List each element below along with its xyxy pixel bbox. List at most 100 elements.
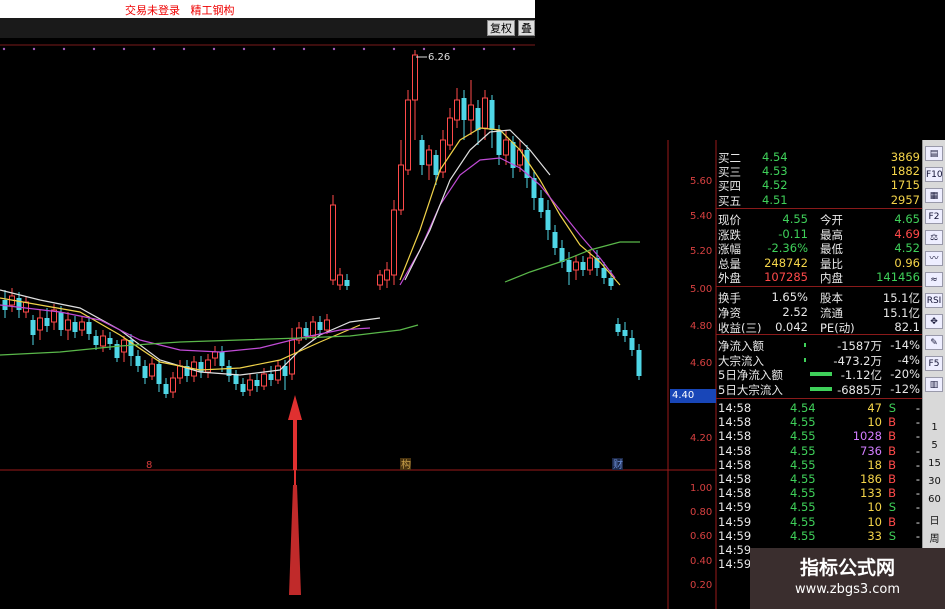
bid-volume: 3869 xyxy=(890,150,920,164)
f10-icon[interactable]: F10 xyxy=(925,167,943,182)
axis-label: 4.80 xyxy=(690,321,712,332)
flow-value: -1.12亿 xyxy=(840,368,882,383)
candle-body xyxy=(100,335,106,347)
candle-body xyxy=(587,257,593,271)
move-icon[interactable]: ✥ xyxy=(925,314,943,329)
candle-body xyxy=(317,322,323,330)
candle-body xyxy=(398,164,404,211)
tick-time: 14:58 xyxy=(718,401,752,415)
tick-row: 14:59 4.55 10 S - xyxy=(716,500,922,514)
candle-body xyxy=(275,365,281,381)
tick-dash: - xyxy=(915,514,920,529)
tick-side: B xyxy=(888,514,896,529)
flow-value: -1587万 xyxy=(837,339,882,353)
period-button[interactable]: 30 xyxy=(923,476,945,487)
compare-icon[interactable]: ⚖ xyxy=(925,230,943,245)
period-button[interactable]: 5 xyxy=(923,440,945,451)
tick-price: 4.54 xyxy=(790,401,816,415)
fund-key: 净资 xyxy=(718,305,741,320)
candle-body xyxy=(475,108,481,130)
table-icon[interactable]: ▥ xyxy=(925,377,943,392)
stat-key: 涨幅 xyxy=(718,242,741,257)
candle-body xyxy=(566,260,572,272)
period-button[interactable]: 60 xyxy=(923,494,945,505)
axis-label: 0.60 xyxy=(690,531,712,542)
f2-icon[interactable]: F2 xyxy=(925,209,943,224)
grid-dot xyxy=(212,47,216,51)
stat-key: 外盘 xyxy=(718,271,741,286)
stat-key: 内盘 xyxy=(820,271,843,286)
signal-arrow-up xyxy=(288,395,302,470)
axis-label: 5.20 xyxy=(690,246,712,257)
watermark: 指标公式网 www.zbgs3.com xyxy=(750,548,945,609)
bid-row: 买三 4.53 1882 xyxy=(716,164,922,179)
chart-icon[interactable]: ▦ xyxy=(925,188,943,203)
candle-body xyxy=(177,365,183,379)
candle-body xyxy=(37,317,43,331)
pencil-icon[interactable]: ✎ xyxy=(925,335,943,350)
axis-label: 5.00 xyxy=(690,284,712,295)
flow-pct: -4% xyxy=(897,352,920,367)
grid-dot xyxy=(422,47,426,51)
fuquan-button[interactable]: 复权 xyxy=(487,20,515,36)
right-toolbar: ▤ F10 ▦ F2 ⚖ 〰 ≈ RSI ✥ ✎ F5 ▥ 1 5 15 30 60 日周 xyxy=(922,140,945,550)
overlay-button[interactable]: 叠 xyxy=(518,20,535,36)
tick-row: 14:58 4.55 1028 B - xyxy=(716,429,922,443)
grid-dot xyxy=(272,47,276,51)
bid-price: 4.54 xyxy=(762,150,788,164)
candle-body xyxy=(419,140,425,165)
grid-dot xyxy=(62,47,66,51)
bid-price: 4.53 xyxy=(762,164,788,179)
stat-value: 4.65 xyxy=(894,212,920,226)
tick-time: 14:59 xyxy=(718,500,752,515)
quote-panel: 买二 4.54 3869 买三 4.53 1882 买四 4.52 1715 买五 4.51 2957… xyxy=(716,136,922,609)
tick-volume: 1028 xyxy=(852,429,882,444)
rsi-icon[interactable]: RSI xyxy=(925,293,943,308)
tick-side: S xyxy=(888,401,896,415)
stat-value: -2.36% xyxy=(767,241,808,256)
axis-label: 0.40 xyxy=(690,556,712,567)
candle-body xyxy=(461,98,467,120)
signal-spike xyxy=(289,485,301,595)
candle-body xyxy=(170,377,176,393)
candle-body xyxy=(503,139,509,156)
tick-price: 4.55 xyxy=(790,514,816,529)
chart-toolbar xyxy=(0,18,535,38)
period-button[interactable]: 周 xyxy=(923,530,945,545)
period-button[interactable]: 日 xyxy=(923,512,945,527)
candle-body xyxy=(615,324,621,332)
period-button[interactable]: 1 xyxy=(923,422,945,433)
tick-dash: - xyxy=(915,528,920,543)
stat-key: 总量 xyxy=(718,256,741,271)
grid-dot xyxy=(362,47,366,51)
candle-body xyxy=(219,352,225,366)
f5-icon[interactable]: F5 xyxy=(925,356,943,371)
title-bar: 交易未登录 精工钢构 xyxy=(0,0,535,18)
candle-body xyxy=(324,319,330,331)
period-button[interactable]: 15 xyxy=(923,458,945,469)
candle-body xyxy=(310,321,316,337)
line-icon[interactable]: ≈ xyxy=(925,272,943,287)
quote-separator xyxy=(716,208,922,209)
candle-body xyxy=(545,210,551,230)
flow-name: 5日净流入额 xyxy=(718,368,783,383)
bid-volume: 1715 xyxy=(890,178,920,193)
peak-price-label: 6.26 xyxy=(428,52,450,63)
stat-row: 涨跌 -0.11 最高 4.69 xyxy=(716,227,922,242)
grid-dot xyxy=(392,47,396,51)
grid-dot xyxy=(152,47,156,51)
candle-body xyxy=(254,380,260,386)
tick-volume: 33 xyxy=(867,528,882,543)
quote-icon[interactable]: ▤ xyxy=(925,146,943,161)
tick-time: 14:58 xyxy=(718,486,752,501)
candle-body xyxy=(44,318,50,326)
tick-price: 4.55 xyxy=(790,528,816,543)
event-marker: 构 xyxy=(401,458,411,471)
candle-body xyxy=(247,379,253,391)
flow-name: 大宗流入 xyxy=(718,353,764,368)
trend-icon[interactable]: 〰 xyxy=(925,251,943,266)
candle-body xyxy=(552,232,558,248)
flow-row: 5日净流入额 -1.12亿 -20% xyxy=(716,367,922,383)
ma5-line xyxy=(0,289,381,376)
candle-body xyxy=(86,322,92,334)
